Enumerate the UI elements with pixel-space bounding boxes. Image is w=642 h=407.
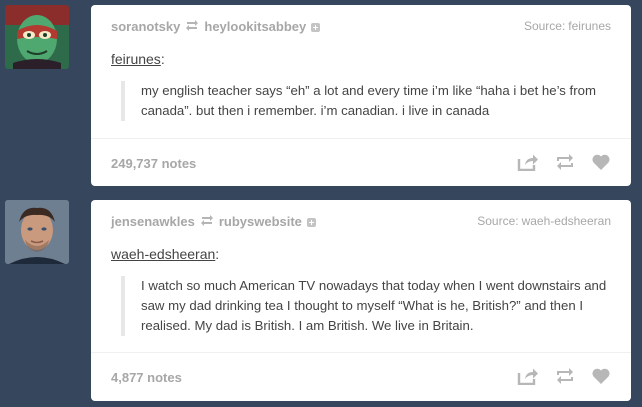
source-link[interactable]: Source: feirunes bbox=[524, 19, 611, 33]
notes-count[interactable]: 249,737 notes bbox=[111, 156, 196, 171]
reblogged-from-link[interactable]: rubyswebsite bbox=[219, 214, 302, 229]
like-icon[interactable] bbox=[591, 153, 611, 171]
reblogger-link[interactable]: soranotsky bbox=[111, 19, 180, 34]
reblog-arrow-icon bbox=[200, 214, 214, 229]
post-header: jensenawkles rubyswebsite Source: waeh-ed… bbox=[111, 214, 611, 232]
masked-character-avatar-icon bbox=[5, 5, 69, 69]
follow-plus-icon[interactable] bbox=[306, 218, 316, 227]
reblog-arrow-icon bbox=[185, 19, 199, 34]
source-label: Source: bbox=[523, 19, 566, 33]
original-poster: feirunes: bbox=[111, 51, 165, 67]
poster-colon: : bbox=[215, 246, 220, 262]
share-icon[interactable] bbox=[517, 367, 539, 385]
original-poster: waeh-edsheeran: bbox=[111, 246, 219, 262]
quote-text: I watch so much American TV nowadays tha… bbox=[121, 276, 611, 336]
source-name: feirunes bbox=[568, 19, 611, 33]
original-poster-link[interactable]: waeh-edsheeran bbox=[111, 246, 215, 262]
source-name: waeh-edsheeran bbox=[521, 214, 611, 228]
post-controls bbox=[501, 367, 611, 385]
post-header: soranotsky heylookitsabbey Source: feirun… bbox=[111, 19, 611, 37]
source-link[interactable]: Source: waeh-edsheeran bbox=[477, 214, 611, 228]
reblog-icon[interactable] bbox=[555, 367, 575, 385]
divider bbox=[91, 352, 631, 353]
man-portrait-avatar-icon bbox=[5, 200, 69, 264]
poster-colon: : bbox=[160, 51, 165, 67]
avatar[interactable] bbox=[5, 5, 69, 69]
like-icon[interactable] bbox=[591, 367, 611, 385]
original-poster-link[interactable]: feirunes bbox=[111, 51, 161, 67]
quote-text: my english teacher says “eh” a lot and e… bbox=[121, 81, 611, 121]
follow-plus-icon[interactable] bbox=[311, 23, 321, 32]
notes-count[interactable]: 4,877 notes bbox=[111, 370, 182, 385]
post-card: soranotsky heylookitsabbey Source: feirun… bbox=[91, 5, 631, 186]
reblogger-link[interactable]: jensenawkles bbox=[111, 214, 195, 229]
reblogged-from-link[interactable]: heylookitsabbey bbox=[204, 19, 306, 34]
share-icon[interactable] bbox=[517, 153, 539, 171]
reblog-icon[interactable] bbox=[555, 153, 575, 171]
avatar[interactable] bbox=[5, 200, 69, 264]
post-controls bbox=[501, 153, 611, 171]
source-label: Source: bbox=[477, 214, 519, 228]
post-card: jensenawkles rubyswebsite Source: waeh-ed… bbox=[91, 200, 631, 401]
divider bbox=[91, 138, 631, 139]
